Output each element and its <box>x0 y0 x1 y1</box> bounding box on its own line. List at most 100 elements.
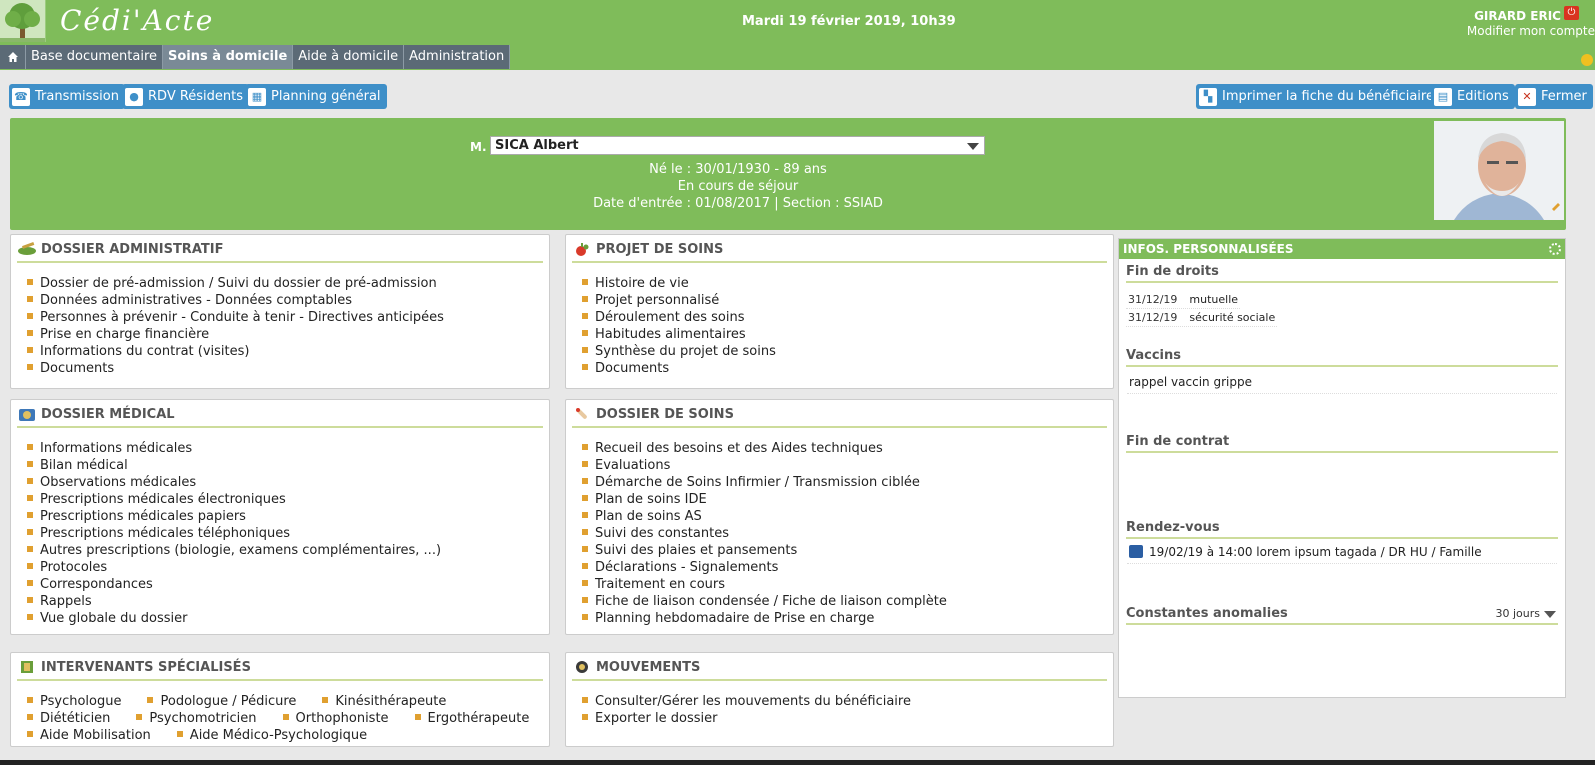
panel-dossier-administratif: DOSSIER ADMINISTRATIF Dossier de pré-adm… <box>10 234 550 389</box>
link-habitudes-alimentaires[interactable]: Habitudes alimentaires <box>582 326 776 343</box>
infos-title: INFOS. PERSONNALISÉES <box>1123 242 1294 256</box>
period-select[interactable]: 30 jours <box>1495 603 1540 625</box>
link-documents-projet[interactable]: Documents <box>582 360 776 377</box>
link-informations-medicales[interactable]: Informations médicales <box>27 440 441 457</box>
link-observations-medicales[interactable]: Observations médicales <box>27 474 441 491</box>
tab-administration[interactable]: Administration <box>404 45 511 69</box>
link-psychologue[interactable]: Psychologue <box>27 693 121 710</box>
book-icon <box>17 659 37 675</box>
patient-status: En cours de séjour <box>677 179 799 194</box>
link-podologue[interactable]: Podologue / Pédicure <box>147 693 296 710</box>
link-protocoles[interactable]: Protocoles <box>27 559 441 576</box>
link-suivi-plaies[interactable]: Suivi des plaies et pansements <box>582 542 947 559</box>
patient-entry: Date d'entrée : 01/08/2017 | Section : S… <box>593 196 883 211</box>
vaccin-entry: rappel vaccin grippe <box>1127 373 1557 394</box>
rendez-vous-header: Rendez-vous <box>1126 517 1558 539</box>
link-prescriptions-papiers[interactable]: Prescriptions médicales papiers <box>27 508 441 525</box>
rdv-residents-button[interactable]: ● RDV Résidents <box>122 84 250 109</box>
link-deroulement-soins[interactable]: Déroulement des soins <box>582 309 776 326</box>
patient-banner: M. SICA Albert Né le : 30/01/1930 - 89 a… <box>10 118 1566 230</box>
projet-list: Histoire de vie Projet personnalisé Déro… <box>582 275 776 377</box>
patient-birth: Né le : 30/01/1930 - 89 ans <box>649 162 827 177</box>
header-date: Mardi 19 février 2019, 10h39 <box>742 14 956 29</box>
patient-civility: M. <box>470 140 487 154</box>
link-projet-personnalise[interactable]: Projet personnalisé <box>582 292 776 309</box>
link-autres-prescriptions[interactable]: Autres prescriptions (biologie, examens … <box>27 542 441 559</box>
link-demarche-soins[interactable]: Démarche de Soins Infirmier / Transmissi… <box>582 474 947 491</box>
patient-select[interactable]: SICA Albert <box>490 136 985 155</box>
link-recueil-besoins[interactable]: Recueil des besoins et des Aides techniq… <box>582 440 947 457</box>
link-plan-soins-as[interactable]: Plan de soins AS <box>582 508 947 525</box>
link-bilan-medical[interactable]: Bilan médical <box>27 457 441 474</box>
gear-icon[interactable] <box>1549 243 1561 255</box>
tab-aide-a-domicile[interactable]: Aide à domicile <box>293 45 405 69</box>
link-fiche-liaison[interactable]: Fiche de liaison condensée / Fiche de li… <box>582 593 947 610</box>
link-pre-admission[interactable]: Dossier de pré-admission / Suivi du doss… <box>27 275 444 292</box>
print-fiche-button[interactable]: ▚ Imprimer la fiche du bénéficiaire <box>1196 84 1440 109</box>
fin-droits-row: 31/12/19 mutuelle <box>1126 291 1241 309</box>
link-prescriptions-telephoniques[interactable]: Prescriptions médicales téléphoniques <box>27 525 441 542</box>
link-suivi-constantes[interactable]: Suivi des constantes <box>582 525 947 542</box>
calendar-icon: ▦ <box>248 87 266 106</box>
link-traitement-en-cours[interactable]: Traitement en cours <box>582 576 947 593</box>
transmission-icon: ☎ <box>12 87 30 106</box>
link-psychomotricien[interactable]: Psychomotricien <box>136 710 256 727</box>
fin-droits-row: 31/12/19 sécurité sociale <box>1126 309 1278 327</box>
patient-photo <box>1434 121 1564 220</box>
link-donnees-administratives[interactable]: Données administratives - Données compta… <box>27 292 444 309</box>
link-orthophoniste[interactable]: Orthophoniste <box>283 710 389 727</box>
modify-account-link[interactable]: Modifier mon compte <box>1465 24 1595 38</box>
panel-intervenants-specialises: INTERVENANTS SPÉCIALISÉS Psychologue Pod… <box>10 652 550 747</box>
link-consulter-mouvements[interactable]: Consulter/Gérer les mouvements du bénéfi… <box>582 693 911 710</box>
link-planning-hebdomadaire[interactable]: Planning hebdomadaire de Prise en charge <box>582 610 947 627</box>
movement-icon <box>572 659 592 675</box>
panel-infos-personnalisees: INFOS. PERSONNALISÉES Fin de droits 31/1… <box>1118 238 1566 698</box>
chevron-down-icon[interactable] <box>1544 611 1556 618</box>
logout-power-icon[interactable]: ⏻ <box>1564 6 1579 20</box>
link-dieteticien[interactable]: Diététicien <box>27 710 110 727</box>
link-exporter-dossier[interactable]: Exporter le dossier <box>582 710 911 727</box>
link-declarations[interactable]: Déclarations - Signalements <box>582 559 947 576</box>
bus-icon <box>1129 545 1143 558</box>
user-name: GIRARD ERIC <box>1474 9 1561 23</box>
link-aide-medico-psychologique[interactable]: Aide Médico-Psychologique <box>177 727 367 744</box>
link-aide-mobilisation[interactable]: Aide Mobilisation <box>27 727 151 744</box>
intervenants-list: Psychologue Podologue / Pédicure Kinésit… <box>27 693 552 744</box>
header-bar: Cédi'Acte Mardi 19 février 2019, 10h39 G… <box>0 0 1595 70</box>
link-prescriptions-electroniques[interactable]: Prescriptions médicales électroniques <box>27 491 441 508</box>
tab-soins-a-domicile[interactable]: Soins à domicile <box>163 45 294 69</box>
link-personnes-a-prevenir[interactable]: Personnes à prévenir - Conduite à tenir … <box>27 309 444 326</box>
link-documents-admin[interactable]: Documents <box>27 360 444 377</box>
link-ergotherapeute[interactable]: Ergothérapeute <box>415 710 530 727</box>
panel-mouvements: MOUVEMENTS Consulter/Gérer les mouvement… <box>565 652 1114 747</box>
link-synthese-projet[interactable]: Synthèse du projet de soins <box>582 343 776 360</box>
link-evaluations[interactable]: Evaluations <box>582 457 947 474</box>
home-icon[interactable] <box>0 45 26 69</box>
link-vue-globale[interactable]: Vue globale du dossier <box>27 610 441 627</box>
lightbulb-icon[interactable] <box>1581 54 1593 66</box>
planning-general-button[interactable]: ▦ Planning général <box>245 84 387 109</box>
fin-de-droits-header: Fin de droits <box>1126 261 1558 283</box>
medical-list: Informations médicales Bilan médical Obs… <box>27 440 441 627</box>
folder-pen-icon <box>17 241 37 257</box>
close-button[interactable]: ✕ Fermer <box>1515 84 1593 109</box>
transmission-button[interactable]: ☎ Transmission <box>9 84 125 109</box>
link-prise-en-charge[interactable]: Prise en charge financière <box>27 326 444 343</box>
admin-list: Dossier de pré-admission / Suivi du doss… <box>27 275 444 377</box>
link-rappels[interactable]: Rappels <box>27 593 441 610</box>
panel-projet-de-soins: PROJET DE SOINS Histoire de vie Projet p… <box>565 234 1114 389</box>
editions-button[interactable]: ▤ Editions <box>1431 84 1515 109</box>
main-nav: Base documentaire Soins à domicile Aide … <box>0 45 511 69</box>
qr-code-icon: ▚ <box>1199 87 1217 106</box>
link-kinesitherapeute[interactable]: Kinésithérapeute <box>322 693 446 710</box>
link-histoire-de-vie[interactable]: Histoire de vie <box>582 275 776 292</box>
link-plan-soins-ide[interactable]: Plan de soins IDE <box>582 491 947 508</box>
link-informations-contrat[interactable]: Informations du contrat (visites) <box>27 343 444 360</box>
close-icon: ✕ <box>1518 87 1536 106</box>
soins-list: Recueil des besoins et des Aides techniq… <box>582 440 947 627</box>
link-correspondances[interactable]: Correspondances <box>27 576 441 593</box>
rdv-entry[interactable]: 19/02/19 à 14:00 lorem ipsum tagada / DR… <box>1127 543 1557 564</box>
app-title: Cédi'Acte <box>60 4 215 37</box>
constantes-anomalies-header: Constantes anomalies 30 jours <box>1126 603 1558 625</box>
tab-base-documentaire[interactable]: Base documentaire <box>26 45 164 69</box>
